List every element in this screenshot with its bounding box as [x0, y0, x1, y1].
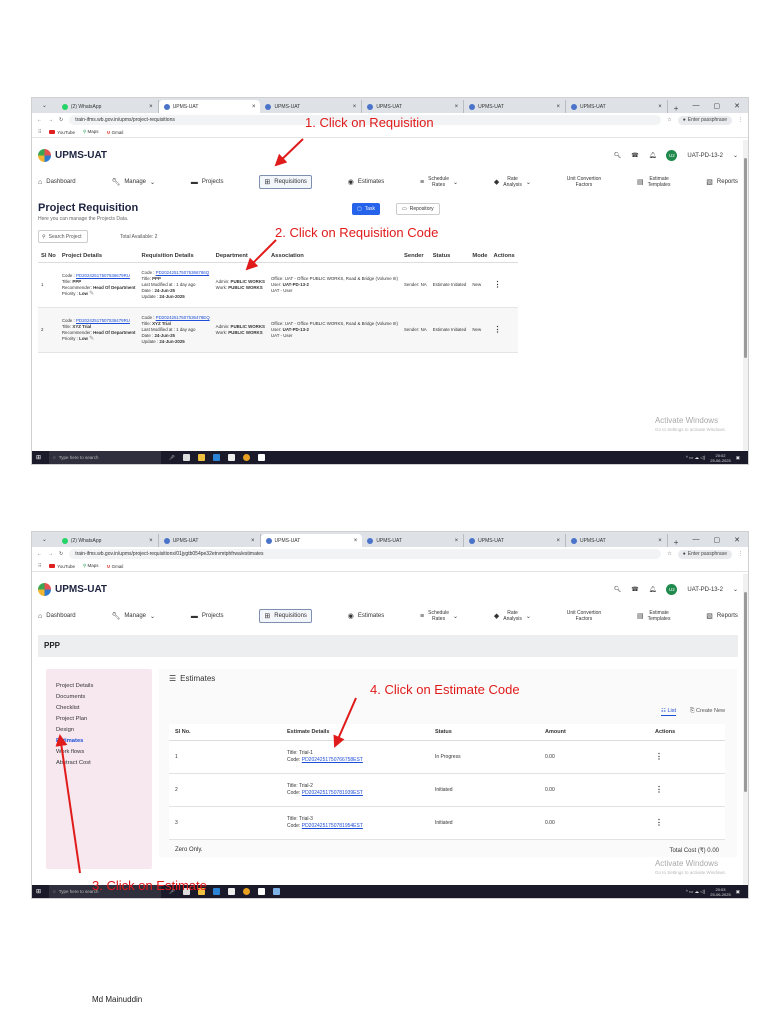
arrow-to-requisition-code: [245, 239, 277, 271]
arrow-to-estimates: [55, 734, 81, 874]
annotation-step-4: 4. Click on Estimate Code: [370, 682, 520, 697]
annotation-arrows: [55, 138, 357, 874]
annotation-step-2: 2. Click on Requisition Code: [275, 225, 439, 240]
author-name: Md Mainuddin: [92, 995, 143, 1004]
annotation-step-1: 1. Click on Requisition: [305, 115, 434, 130]
arrow-to-estimate-code: [333, 697, 357, 748]
annotation-step-3: 3. Click on Estimate: [92, 878, 207, 893]
arrow-to-requisitions: [274, 138, 304, 167]
